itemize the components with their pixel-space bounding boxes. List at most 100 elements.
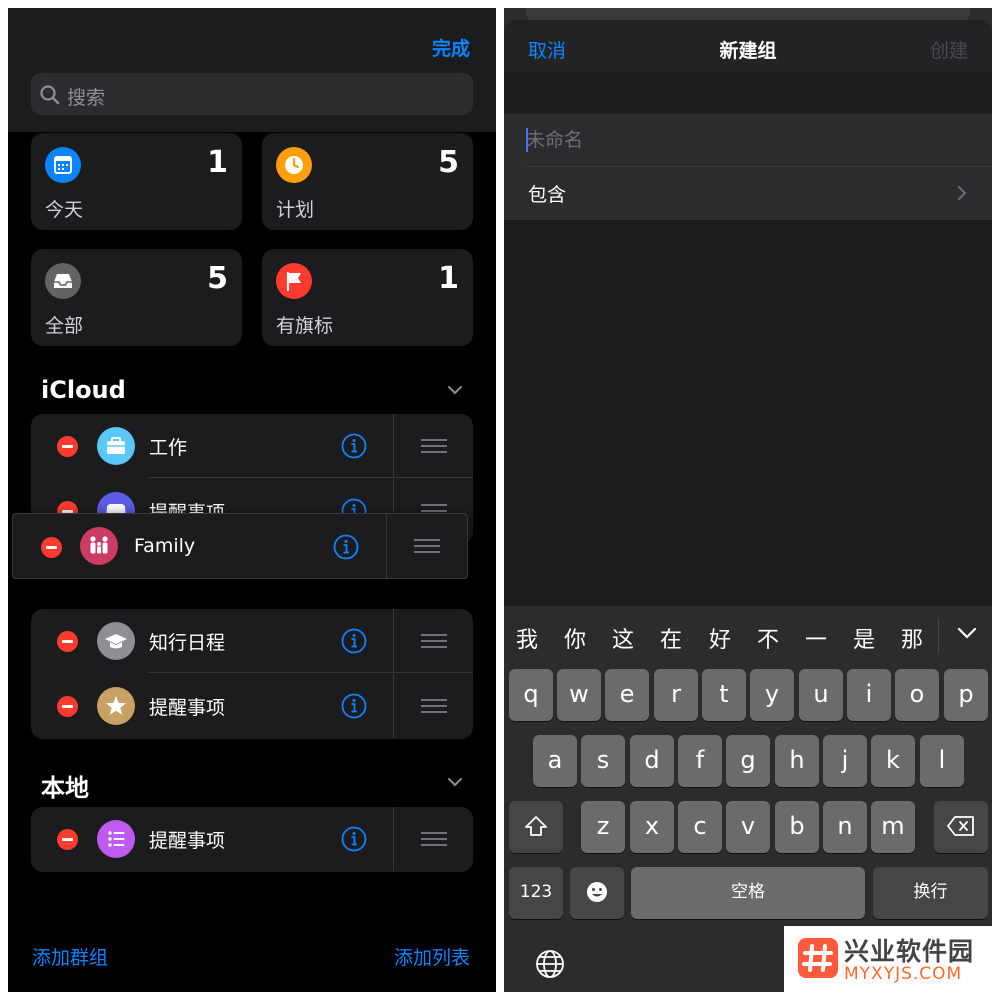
include-row-label[interactable]: 包含 [528,180,566,207]
key-u[interactable]: u [799,669,843,721]
info-icon[interactable] [341,433,367,459]
all-count: 5 [207,261,228,296]
delete-button[interactable] [57,829,78,850]
shift-key[interactable] [509,801,563,853]
key-k[interactable]: k [871,735,915,787]
info-icon[interactable] [341,628,367,654]
key-r[interactable]: r [654,669,698,721]
card-scheduled[interactable]: 5 计划 [262,133,473,230]
list-icon [97,820,135,858]
key-n[interactable]: n [823,801,867,853]
key-v[interactable]: v [726,801,770,853]
search-bar[interactable]: 搜索 [31,73,473,115]
nav-bar: 取消 新建组 创建 [504,20,992,72]
globe-icon[interactable] [534,948,566,980]
list-name: 提醒事项 [149,697,226,719]
list-row-local-reminders[interactable]: 提醒事项 [31,807,473,871]
key-b[interactable]: b [775,801,819,853]
key-g[interactable]: g [726,735,770,787]
create-button[interactable]: 创建 [930,36,968,63]
chevron-right-icon[interactable] [956,184,968,202]
chevron-down-icon[interactable] [446,384,464,396]
watermark: 兴业软件园 MYXYJS.COM [784,926,992,992]
key-o[interactable]: o [895,669,939,721]
flagged-label: 有旗标 [276,315,334,337]
info-icon[interactable] [341,826,367,852]
key-d[interactable]: d [630,735,674,787]
add-list-button[interactable]: 添加列表 [394,943,470,970]
card-flagged[interactable]: 1 有旗标 [262,249,473,346]
space-key[interactable]: 空格 [631,867,865,919]
delete-button[interactable] [57,436,78,457]
reorder-grip-icon[interactable] [421,439,447,453]
list-row-reminders-star[interactable]: 提醒事项 [31,674,473,738]
candidate-word[interactable]: 好 [709,622,731,654]
candidate-word[interactable]: 一 [805,622,827,654]
scheduled-count: 5 [438,145,459,180]
key-p[interactable]: p [944,669,988,721]
candidate-word[interactable]: 是 [853,622,875,654]
list-name: 工作 [149,437,188,459]
local-list-group: 提醒事项 [31,807,473,872]
reorder-grip-icon[interactable] [421,699,447,713]
info-icon[interactable] [333,534,359,560]
key-x[interactable]: x [630,801,674,853]
card-today[interactable]: 1 今天 [31,133,242,230]
candidate-word[interactable]: 你 [564,622,586,654]
key-z[interactable]: z [581,801,625,853]
group-form: 包含 [504,114,992,220]
key-l[interactable]: l [920,735,964,787]
candidate-word[interactable]: 我 [516,622,538,654]
key-q[interactable]: q [509,669,553,721]
today-label: 今天 [45,199,84,221]
icloud-section-title: iCloud [41,376,126,404]
key-c[interactable]: c [678,801,722,853]
key-y[interactable]: y [750,669,794,721]
delete-button[interactable] [57,696,78,717]
done-button[interactable]: 完成 [432,34,470,61]
candidate-bar: 我 你 这 在 好 不 一 是 那 [504,606,992,664]
separator [393,609,394,673]
scheduled-label: 计划 [276,199,315,221]
candidate-word[interactable]: 这 [612,622,634,654]
today-count: 1 [207,145,228,180]
candidate-word[interactable]: 那 [901,622,923,654]
info-icon[interactable] [341,693,367,719]
key-i[interactable]: i [847,669,891,721]
add-group-button[interactable]: 添加群组 [32,943,108,970]
dragging-list-row-family[interactable]: Family [12,513,468,579]
separator [938,618,939,654]
delete-button[interactable] [41,537,62,558]
list-row-work[interactable]: 工作 [31,414,473,478]
key-m[interactable]: m [871,801,915,853]
chevron-down-icon[interactable] [956,626,978,640]
local-section-title: 本地 [41,774,89,802]
key-e[interactable]: e [605,669,649,721]
key-w[interactable]: w [557,669,601,721]
emoji-key[interactable] [570,867,624,919]
key-a[interactable]: a [533,735,577,787]
delete-button[interactable] [57,631,78,652]
list-name: Family [134,535,196,557]
candidate-word[interactable]: 在 [660,622,682,654]
candidate-word[interactable]: 不 [757,622,779,654]
key-s[interactable]: s [581,735,625,787]
delete-key[interactable] [934,801,988,853]
group-name-input[interactable] [526,114,970,166]
return-key[interactable]: 换行 [873,867,988,919]
separator [393,674,394,738]
reorder-grip-icon[interactable] [414,539,440,553]
reorder-grip-icon[interactable] [421,634,447,648]
separator [149,477,473,478]
numbers-key[interactable]: 123 [509,867,563,919]
key-h[interactable]: h [775,735,819,787]
reorder-grip-icon[interactable] [421,832,447,846]
key-t[interactable]: t [702,669,746,721]
card-all[interactable]: 5 全部 [31,249,242,346]
key-f[interactable]: f [678,735,722,787]
text-cursor [526,128,528,152]
list-row-schedule[interactable]: 知行日程 [31,609,473,673]
key-j[interactable]: j [823,735,867,787]
graduation-cap-icon [97,622,135,660]
chevron-down-icon[interactable] [446,776,464,788]
